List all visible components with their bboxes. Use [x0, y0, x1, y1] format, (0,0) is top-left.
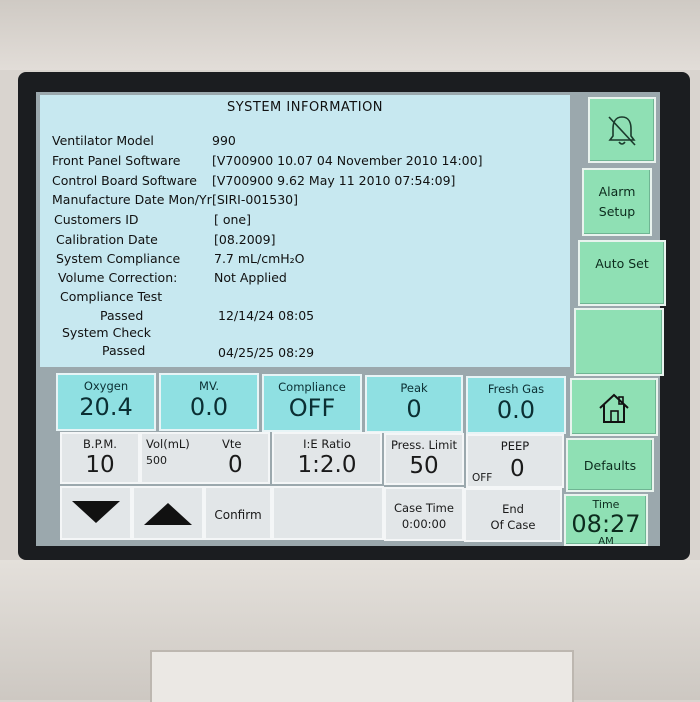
setting-value: 0 [510, 456, 525, 482]
arrow-up-icon [144, 503, 192, 525]
home-icon [599, 393, 629, 423]
case-time-value: 0:00:00 [401, 517, 447, 531]
end-case-line2: Of Case [490, 518, 536, 532]
param-oxygen[interactable]: Oxygen 20.4 [56, 373, 156, 431]
info-label: Control Board Software [52, 173, 197, 188]
info-value: [08.2009] [214, 232, 276, 247]
auto-set-label: Auto Set [595, 256, 649, 271]
auto-set-button[interactable]: Auto Set [578, 240, 666, 306]
home-button[interactable] [570, 378, 658, 436]
arrow-down-icon [72, 501, 120, 523]
param-label: Fresh Gas [487, 382, 545, 396]
info-label: System Compliance [56, 251, 181, 266]
param-fresh-gas[interactable]: Fresh Gas 0.0 [466, 376, 566, 434]
time-value: 08:27 [571, 510, 641, 538]
compliance-test-time: 12/14/24 08:05 [218, 308, 315, 323]
setting-label: B.P.M. [83, 437, 117, 451]
blank-button[interactable] [574, 308, 664, 376]
case-time-display: Case Time 0:00:00 [384, 487, 464, 541]
system-check-label: System Check [62, 325, 152, 340]
defaults-button[interactable]: Defaults [566, 438, 654, 492]
confirm-button[interactable]: Confirm [204, 486, 272, 540]
param-value: 0.0 [189, 393, 229, 421]
info-label: Volume Correction: [58, 270, 178, 285]
setting-value: 1:2.0 [297, 452, 357, 478]
param-value: OFF [288, 394, 336, 422]
setting-label: Press. Limit [390, 438, 458, 452]
page-title: SYSTEM INFORMATION [226, 100, 384, 115]
param-label: Peak [400, 381, 428, 395]
info-value: 7.7 mL/cmH₂O [214, 251, 305, 266]
info-value: [ one] [214, 212, 251, 227]
alarm-silence-button[interactable] [588, 97, 656, 163]
param-value: 20.4 [79, 393, 133, 421]
end-of-case-button[interactable]: End Of Case [464, 488, 562, 542]
alarm-setup-line2: Setup [598, 204, 636, 219]
compliance-test-label: Compliance Test [60, 289, 163, 304]
info-label: Manufacture Date Mon/Yr [52, 192, 212, 207]
param-label: Oxygen [83, 379, 129, 393]
alarm-setup-line1: Alarm [598, 184, 636, 199]
setting-label: PEEP [500, 439, 530, 453]
peep-off-label: OFF [472, 472, 493, 484]
info-label: Ventilator Model [52, 133, 154, 148]
confirm-label: Confirm [214, 508, 262, 522]
info-value: [SIRI-001530] [212, 192, 298, 207]
bell-crossed-icon [608, 116, 636, 146]
info-value: Not Applied [214, 270, 287, 285]
setting-ie-ratio[interactable]: I:E Ratio 1:2.0 [272, 432, 382, 484]
info-value: [V700900 9.62 May 11 2010 07:54:09] [212, 173, 456, 188]
case-time-label: Case Time [394, 501, 454, 515]
setting-label: Vol(mL) [146, 437, 190, 451]
info-label: Calibration Date [56, 232, 158, 247]
system-check-time: 04/25/25 08:29 [218, 345, 315, 360]
alarm-setup-button[interactable]: Alarm Setup [582, 168, 652, 236]
param-label: MV. [199, 379, 219, 393]
vte-value: 0 [228, 452, 243, 478]
defaults-label: Defaults [583, 458, 637, 473]
blank-bottom-button[interactable] [272, 486, 384, 540]
setting-bpm[interactable]: B.P.M. 10 [60, 432, 140, 484]
param-value: 0.0 [496, 396, 536, 424]
setting-value: 500 [146, 454, 167, 467]
time-display: Time 08:27 AM [564, 494, 648, 547]
system-check-status: Passed [102, 343, 146, 358]
setting-volume[interactable]: Vol(mL) 500 Vte 0 [140, 432, 270, 484]
compliance-test-status: Passed [100, 308, 144, 323]
info-label: Customers ID [54, 212, 139, 227]
time-ampm: AM [598, 536, 614, 547]
setting-label: I:E Ratio [303, 437, 351, 451]
device-drawer-slot [150, 650, 574, 702]
vte-label: Vte [222, 437, 242, 451]
setting-peep[interactable]: PEEP 0 OFF [466, 434, 564, 488]
info-label: Front Panel Software [52, 153, 181, 168]
end-case-line1: End [502, 502, 524, 516]
setting-value: 50 [409, 453, 439, 479]
setting-press-limit[interactable]: Press. Limit 50 [384, 433, 464, 485]
param-mv[interactable]: MV. 0.0 [159, 373, 259, 431]
param-label: Compliance [278, 380, 346, 394]
info-value: 990 [212, 133, 236, 148]
system-information-panel: SYSTEM INFORMATION Ventilator Model 990 … [40, 95, 570, 367]
param-value: 0 [406, 395, 422, 423]
info-value: [V700900 10.07 04 November 2010 14:00] [212, 153, 483, 168]
setting-value: 10 [85, 452, 115, 478]
param-compliance[interactable]: Compliance OFF [262, 374, 362, 432]
param-peak[interactable]: Peak 0 [365, 375, 463, 433]
device-housing-top [0, 0, 700, 70]
